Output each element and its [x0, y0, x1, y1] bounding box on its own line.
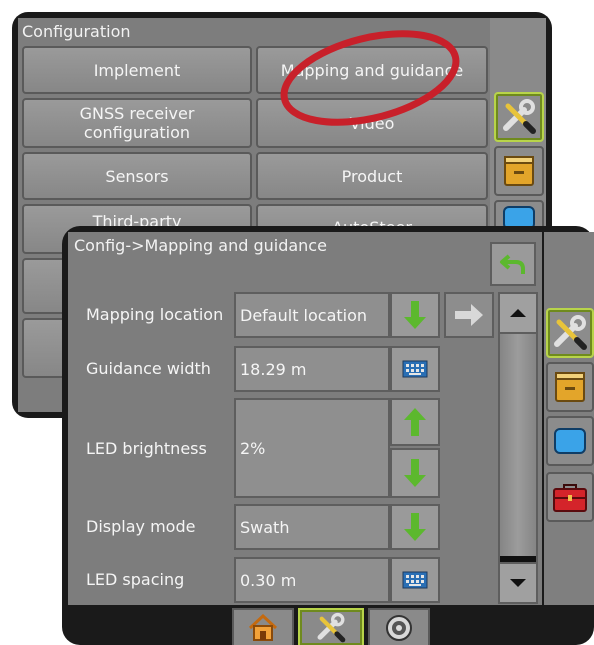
- mapping-location-dropdown[interactable]: [390, 292, 440, 338]
- back-button[interactable]: [490, 242, 536, 286]
- guidance-width-label: Guidance width: [86, 359, 211, 378]
- led-brightness-value[interactable]: 2%: [234, 398, 390, 498]
- led-brightness-label: LED brightness: [86, 439, 207, 458]
- guidance-width-keypad-button[interactable]: [390, 346, 440, 392]
- return-arrow-icon: [500, 254, 525, 274]
- led-spacing-value[interactable]: 0.30 m: [234, 557, 390, 603]
- arrow-right-icon: [455, 304, 483, 326]
- keyboard-icon: [402, 571, 428, 589]
- mapping-title: Config->Mapping and guidance: [74, 236, 327, 255]
- gauges-tab[interactable]: [368, 608, 430, 645]
- front-tools-tab[interactable]: [546, 308, 594, 358]
- gnss-receiver-configuration-button[interactable]: GNSS receiver configuration: [22, 98, 252, 148]
- sensors-button[interactable]: Sensors: [22, 152, 252, 200]
- keyboard-icon: [402, 360, 428, 378]
- scrollbar-thumb[interactable]: [500, 334, 536, 560]
- scroll-up-button[interactable]: [498, 292, 538, 334]
- config-title: Configuration: [22, 22, 131, 41]
- config-button-row5-left[interactable]: [22, 258, 66, 314]
- mapping-location-value[interactable]: Default location: [234, 292, 390, 338]
- home-icon: [248, 613, 278, 641]
- scroll-down-button[interactable]: [498, 562, 538, 604]
- front-toolbox-tab[interactable]: [546, 472, 594, 522]
- gauge-icon: [386, 614, 412, 641]
- file-cabinet-icon: [504, 156, 534, 186]
- led-brightness-increase-button[interactable]: [390, 398, 440, 446]
- back-data-tab[interactable]: [494, 146, 544, 196]
- back-tools-tab[interactable]: [494, 92, 544, 142]
- implement-button[interactable]: Implement: [22, 46, 252, 94]
- caret-down-icon: [510, 579, 526, 587]
- toolbox-icon: [553, 484, 587, 512]
- led-spacing-label: LED spacing: [86, 570, 185, 589]
- front-display-tab[interactable]: [546, 416, 594, 466]
- home-tab[interactable]: [232, 608, 294, 645]
- led-brightness-decrease-button[interactable]: [390, 448, 440, 498]
- arrow-down-icon: [404, 459, 426, 487]
- config-button-row6-left[interactable]: [22, 318, 66, 378]
- display-icon: [554, 428, 586, 454]
- display-mode-value[interactable]: Swath: [234, 504, 390, 550]
- arrow-down-icon: [404, 513, 426, 541]
- caret-up-icon: [510, 309, 526, 317]
- front-data-tab[interactable]: [546, 362, 594, 412]
- wrench-screwdriver-icon: [554, 315, 587, 350]
- mapping-location-next-button[interactable]: [444, 292, 494, 338]
- wrench-screwdriver-icon: [503, 99, 536, 134]
- product-button[interactable]: Product: [256, 152, 488, 200]
- display-mode-label: Display mode: [86, 517, 196, 536]
- file-cabinet-icon: [555, 372, 585, 402]
- guidance-width-value[interactable]: 18.29 m: [234, 346, 390, 392]
- highlight-circle: [280, 30, 460, 126]
- configuration-tab[interactable]: [298, 608, 364, 645]
- mapping-location-label: Mapping location: [86, 305, 224, 324]
- arrow-down-icon: [404, 301, 426, 329]
- led-spacing-keypad-button[interactable]: [390, 557, 440, 603]
- display-mode-dropdown[interactable]: [390, 504, 440, 550]
- wrench-screwdriver-icon: [317, 612, 346, 642]
- arrow-up-icon: [404, 408, 426, 436]
